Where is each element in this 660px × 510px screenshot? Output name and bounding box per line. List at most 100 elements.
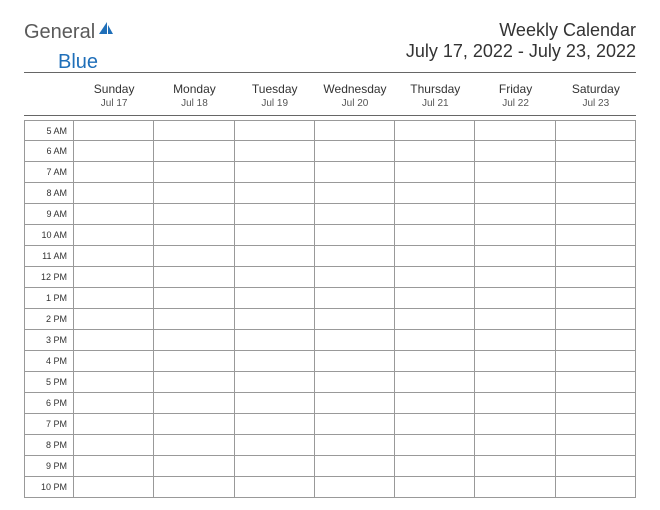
time-label: 6 PM: [24, 393, 74, 414]
calendar-cell: [556, 162, 636, 183]
calendar-cell: [74, 141, 154, 162]
calendar-row: 6 PM: [24, 393, 636, 414]
calendar-cell: [315, 267, 395, 288]
calendar-row: 5 PM: [24, 372, 636, 393]
calendar-cell: [395, 288, 475, 309]
calendar-cell: [154, 372, 234, 393]
time-label: 11 AM: [24, 246, 74, 267]
calendar-cell: [315, 162, 395, 183]
day-header: Tuesday Jul 19: [235, 82, 315, 109]
calendar-cell: [154, 477, 234, 498]
time-label: 10 AM: [24, 225, 74, 246]
calendar-cell: [556, 351, 636, 372]
calendar-cell: [315, 414, 395, 435]
calendar-cell: [154, 414, 234, 435]
time-label: 12 PM: [24, 267, 74, 288]
calendar-cell: [315, 183, 395, 204]
calendar: Sunday Jul 17 Monday Jul 18 Tuesday Jul …: [24, 82, 636, 498]
calendar-cell: [395, 162, 475, 183]
calendar-cell: [235, 267, 315, 288]
time-label: 6 AM: [24, 141, 74, 162]
calendar-row: 1 PM: [24, 288, 636, 309]
calendar-cell: [74, 246, 154, 267]
day-date: Jul 18: [154, 98, 234, 109]
calendar-cell: [395, 372, 475, 393]
calendar-cell: [475, 246, 555, 267]
calendar-cell: [235, 456, 315, 477]
calendar-cell: [235, 288, 315, 309]
calendar-cell: [475, 351, 555, 372]
logo-sail-icon: [97, 20, 115, 44]
calendar-cell: [556, 435, 636, 456]
calendar-cell: [154, 456, 234, 477]
calendar-row: 10 AM: [24, 225, 636, 246]
time-label: 7 PM: [24, 414, 74, 435]
calendar-cell: [154, 351, 234, 372]
time-label: 2 PM: [24, 309, 74, 330]
calendar-cell: [235, 162, 315, 183]
calendar-cell: [154, 267, 234, 288]
calendar-row: 9 PM: [24, 456, 636, 477]
calendar-cell: [74, 120, 154, 141]
calendar-cell: [556, 246, 636, 267]
calendar-cell: [74, 162, 154, 183]
calendar-cell: [154, 309, 234, 330]
calendar-cell: [74, 267, 154, 288]
calendar-cell: [74, 351, 154, 372]
calendar-row: 11 AM: [24, 246, 636, 267]
calendar-grid: 5 AM6 AM7 AM8 AM9 AM10 AM11 AM12 PM1 PM2…: [24, 120, 636, 498]
calendar-cell: [74, 225, 154, 246]
day-header: Wednesday Jul 20: [315, 82, 395, 109]
day-header: Sunday Jul 17: [74, 82, 154, 109]
day-name: Saturday: [556, 82, 636, 96]
calendar-cell: [556, 183, 636, 204]
calendar-cell: [235, 393, 315, 414]
calendar-cell: [315, 120, 395, 141]
calendar-cell: [74, 414, 154, 435]
calendar-cell: [154, 288, 234, 309]
calendar-cell: [74, 330, 154, 351]
day-name: Monday: [154, 82, 234, 96]
calendar-cell: [475, 435, 555, 456]
calendar-cell: [395, 183, 475, 204]
calendar-cell: [315, 225, 395, 246]
calendar-row: 5 AM: [24, 120, 636, 141]
calendar-row: 9 AM: [24, 204, 636, 225]
calendar-cell: [556, 456, 636, 477]
calendar-cell: [395, 309, 475, 330]
calendar-cell: [235, 204, 315, 225]
time-label: 8 AM: [24, 183, 74, 204]
calendar-cell: [235, 372, 315, 393]
calendar-cell: [395, 351, 475, 372]
calendar-cell: [235, 183, 315, 204]
day-header: Monday Jul 18: [154, 82, 234, 109]
day-name: Wednesday: [315, 82, 395, 96]
calendar-cell: [556, 120, 636, 141]
calendar-cell: [235, 246, 315, 267]
time-label: 5 AM: [24, 120, 74, 141]
calendar-cell: [395, 393, 475, 414]
calendar-cell: [74, 393, 154, 414]
calendar-row: 12 PM: [24, 267, 636, 288]
calendar-cell: [315, 372, 395, 393]
day-header-row: Sunday Jul 17 Monday Jul 18 Tuesday Jul …: [24, 82, 636, 116]
calendar-cell: [475, 120, 555, 141]
logo: General: [24, 20, 115, 44]
time-label: 5 PM: [24, 372, 74, 393]
calendar-row: 8 AM: [24, 183, 636, 204]
calendar-cell: [556, 141, 636, 162]
time-label: 4 PM: [24, 351, 74, 372]
calendar-cell: [556, 372, 636, 393]
calendar-cell: [475, 372, 555, 393]
calendar-cell: [315, 435, 395, 456]
logo-text-general: General: [24, 21, 95, 44]
day-date: Jul 21: [395, 98, 475, 109]
calendar-cell: [556, 330, 636, 351]
calendar-cell: [315, 246, 395, 267]
calendar-cell: [154, 435, 234, 456]
day-header: Friday Jul 22: [475, 82, 555, 109]
calendar-cell: [235, 351, 315, 372]
logo-text-blue: Blue: [58, 51, 98, 73]
calendar-cell: [475, 288, 555, 309]
calendar-cell: [315, 393, 395, 414]
